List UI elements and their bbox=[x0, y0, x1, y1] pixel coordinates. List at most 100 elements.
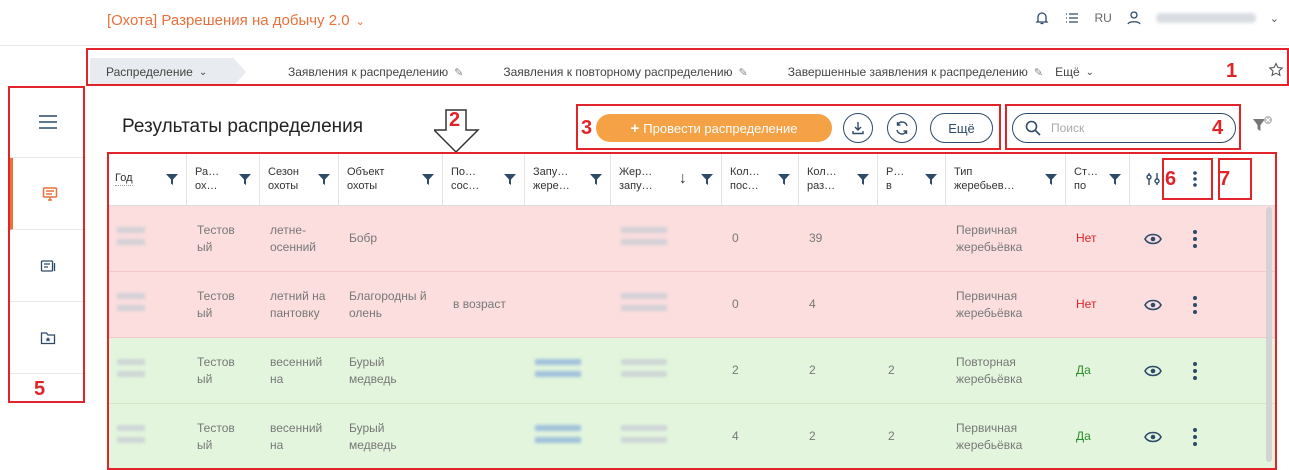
column-header[interactable]: Год bbox=[107, 152, 187, 205]
view-button[interactable] bbox=[1130, 206, 1176, 271]
app-title[interactable]: [Охота] Разрешения на добычу 2.0 ⌄ bbox=[107, 12, 365, 29]
tab-more[interactable]: Ещё ⌄ bbox=[1055, 65, 1094, 79]
cell bbox=[443, 338, 525, 403]
cell bbox=[878, 206, 946, 271]
cell bbox=[525, 272, 611, 337]
folder-star-icon bbox=[40, 331, 56, 344]
column-header[interactable]: Ст… по bbox=[1066, 152, 1130, 205]
row-menu-button[interactable] bbox=[1176, 404, 1213, 469]
row-menu-button[interactable] bbox=[1176, 338, 1213, 403]
column-header[interactable]: По… сос… bbox=[443, 152, 525, 205]
view-button[interactable] bbox=[1130, 338, 1176, 403]
column-header[interactable]: Кол… раз… bbox=[799, 152, 878, 205]
cell: Первичная жеребьёвка bbox=[956, 222, 1023, 254]
edit-icon: ✎ bbox=[454, 66, 464, 79]
filter-icon[interactable] bbox=[504, 173, 516, 185]
kebab-icon bbox=[1192, 295, 1197, 314]
column-settings-icon bbox=[1146, 172, 1160, 185]
user-name-blurred[interactable] bbox=[1155, 13, 1256, 23]
table-row[interactable]: Тестов ый летне- осенний Бобр 0 39 Перви… bbox=[107, 206, 1275, 272]
sidebar-item-documents[interactable] bbox=[10, 230, 86, 302]
tab-label: Распределение bbox=[106, 65, 193, 79]
cell: Тестов ый bbox=[197, 222, 235, 254]
sidebar-item-favorites[interactable] bbox=[10, 302, 86, 374]
filter-icon[interactable] bbox=[778, 173, 790, 185]
date-cell bbox=[611, 272, 722, 337]
tab-repeat-applications[interactable]: Заявления к повторному распределению ✎ bbox=[503, 65, 747, 79]
cell: Тестов ый bbox=[197, 354, 235, 386]
link-cell[interactable] bbox=[525, 338, 611, 403]
language-selector[interactable]: RU bbox=[1094, 11, 1111, 25]
menu-button[interactable] bbox=[10, 86, 86, 158]
status-cell: Нет bbox=[1076, 297, 1097, 311]
row-menu-button[interactable] bbox=[1176, 206, 1213, 271]
filter-icon[interactable] bbox=[422, 173, 434, 185]
filter-icon[interactable] bbox=[925, 173, 937, 185]
filter-icon[interactable] bbox=[318, 173, 330, 185]
refresh-button[interactable] bbox=[887, 113, 917, 143]
column-header[interactable]: Сезон охоты bbox=[260, 152, 339, 205]
search-input[interactable] bbox=[1051, 121, 1211, 135]
star-icon[interactable] bbox=[1268, 62, 1284, 78]
link-cell[interactable] bbox=[525, 404, 611, 469]
filter-icon[interactable] bbox=[166, 173, 178, 185]
download-button[interactable] bbox=[843, 113, 873, 143]
column-header[interactable]: Тип жеребьев… bbox=[946, 152, 1066, 205]
cell: Первичная жеребьёвка bbox=[956, 420, 1023, 452]
view-button[interactable] bbox=[1130, 404, 1176, 469]
tab-completed-applications[interactable]: Завершенные заявления к распределению ✎ bbox=[788, 65, 1043, 79]
refresh-icon bbox=[896, 121, 908, 135]
chevron-down-icon[interactable]: ⌄ bbox=[1270, 12, 1279, 25]
tab-distribution[interactable]: Распределение ⌄ bbox=[90, 58, 246, 86]
status-cell: Да bbox=[1076, 363, 1091, 377]
sidebar-item-distribution[interactable] bbox=[10, 158, 86, 230]
search-box[interactable] bbox=[1012, 113, 1236, 143]
sort-desc-icon[interactable]: ↓ bbox=[679, 170, 687, 188]
annotation-number: 2 bbox=[449, 109, 461, 131]
cell: Бобр bbox=[349, 231, 378, 245]
filter-icon[interactable] bbox=[590, 173, 602, 185]
cell: Бурый медведь bbox=[349, 420, 397, 452]
table-row[interactable]: Тестов ый весенний на Бурый медведь 2 2 … bbox=[107, 338, 1275, 404]
edit-icon: ✎ bbox=[738, 66, 748, 79]
hamburger-icon bbox=[39, 114, 57, 129]
filter-icon[interactable] bbox=[239, 173, 251, 185]
bell-icon[interactable] bbox=[1034, 10, 1050, 26]
column-header[interactable]: Р… в bbox=[878, 152, 946, 205]
tab-label: Заявления к повторному распределению bbox=[503, 65, 733, 79]
cell: весенний на bbox=[270, 354, 323, 386]
column-header[interactable]: Запу… жере… bbox=[525, 152, 611, 205]
column-label: Тип bbox=[954, 165, 973, 178]
column-header[interactable]: Ра… ох… bbox=[187, 152, 260, 205]
run-distribution-button[interactable]: + Провести распределение bbox=[596, 114, 832, 142]
column-label: Ра… bbox=[195, 165, 220, 178]
column-header[interactable]: Жер… запу… ↓ bbox=[611, 152, 722, 205]
filter-icon[interactable] bbox=[857, 173, 869, 185]
tab-applications[interactable]: Заявления к распределению ✎ bbox=[288, 65, 463, 79]
column-label: Сезон bbox=[268, 165, 299, 178]
list-icon[interactable] bbox=[1064, 10, 1080, 26]
annotation-number: 4 bbox=[1212, 117, 1224, 139]
filter-icon[interactable] bbox=[1109, 173, 1121, 185]
table-row[interactable]: Тестов ый весенний на Бурый медведь 4 2 … bbox=[107, 404, 1275, 470]
clear-filter-icon[interactable] bbox=[1252, 115, 1274, 135]
more-button[interactable]: Ещё bbox=[930, 113, 993, 143]
filter-icon[interactable] bbox=[701, 173, 713, 185]
filter-icon[interactable] bbox=[1045, 173, 1057, 185]
row-menu-button[interactable] bbox=[1176, 272, 1213, 337]
column-header[interactable]: Кол… пос… bbox=[722, 152, 799, 205]
user-icon[interactable] bbox=[1126, 10, 1142, 26]
table-menu-button[interactable] bbox=[1176, 152, 1213, 205]
column-header[interactable]: Объект охоты bbox=[339, 152, 443, 205]
status-cell: Нет bbox=[1076, 231, 1097, 245]
column-label: запу… bbox=[619, 179, 653, 192]
cell: в возраст bbox=[453, 297, 506, 311]
scrollbar[interactable] bbox=[1266, 207, 1272, 462]
column-label: ох… bbox=[195, 179, 218, 192]
page-title: Результаты распределения bbox=[122, 116, 364, 137]
table-row[interactable]: Тестов ый летний на пантовку Благородны … bbox=[107, 272, 1275, 338]
cell: 4 bbox=[809, 297, 816, 311]
view-button[interactable] bbox=[1130, 272, 1176, 337]
column-label: жеребьев… bbox=[954, 179, 1015, 192]
cell: Бурый медведь bbox=[349, 354, 397, 386]
